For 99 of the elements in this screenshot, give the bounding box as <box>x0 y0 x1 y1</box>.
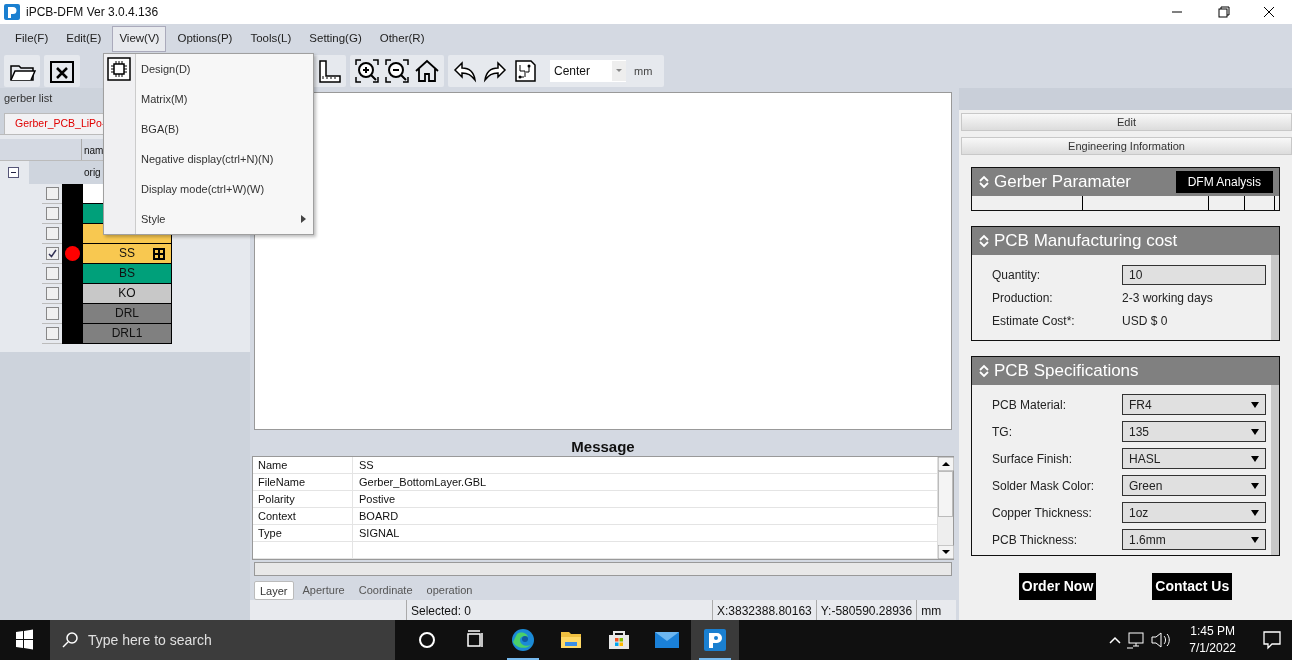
panel-title: Message <box>570 437 636 457</box>
field-label: Surface Finish: <box>992 450 1074 468</box>
clock[interactable]: 1:45 PM 7/1/2022 <box>1181 623 1244 657</box>
search-icon <box>62 632 78 648</box>
select-field[interactable]: 1oz <box>1122 502 1266 523</box>
menu-item[interactable]: View(V) <box>112 26 167 52</box>
select-field[interactable]: FR4 <box>1122 394 1266 415</box>
dfm-analysis-button[interactable]: DFM Analysis <box>1175 171 1273 193</box>
panel-tab[interactable]: Layer <box>254 581 294 600</box>
table-cell: Context <box>253 508 353 525</box>
redo-icon[interactable] <box>482 58 508 84</box>
dropdown-arrow-icon <box>1251 481 1259 490</box>
dropdown-arrow-icon <box>1251 535 1259 544</box>
table-cell-text: SS <box>358 458 374 474</box>
zoom-in-icon[interactable] <box>354 58 380 84</box>
layer-checkbox[interactable] <box>45 286 59 300</box>
menu-item[interactable]: Display mode(ctrl+W)(W) <box>103 174 313 204</box>
collapse-icon[interactable] <box>8 166 19 178</box>
position-dropdown[interactable]: Center <box>550 60 626 82</box>
select-field[interactable]: HASL <box>1122 448 1266 469</box>
menu-item[interactable]: Design(D) <box>103 54 313 84</box>
column-header: nam <box>83 143 104 158</box>
app-logo-icon <box>4 4 20 20</box>
panel-tab[interactable]: Coordinate <box>353 581 418 600</box>
group-label: orig <box>84 165 101 179</box>
layer-checkbox[interactable] <box>45 186 59 200</box>
table-cell-text: Postive <box>358 492 396 508</box>
submenu-arrow-icon <box>301 215 307 223</box>
field-label: PCB Thickness: <box>992 531 1079 549</box>
taskbar-app-button[interactable] <box>691 620 739 660</box>
field-label: PCB Material: <box>992 396 1068 414</box>
select-field[interactable]: 135 <box>1122 421 1266 442</box>
table-cell-text: SIGNAL <box>358 526 400 542</box>
clock-date: 7/1/2022 <box>1189 640 1236 657</box>
menu-item[interactable]: Edit(E) <box>59 26 109 52</box>
section-header[interactable]: Edit <box>961 113 1292 131</box>
field-label: Solder Mask Color: <box>992 477 1096 495</box>
field-value: 2-3 working days <box>1122 289 1213 307</box>
search-field[interactable]: Type here to search <box>50 620 395 660</box>
layer-checkbox[interactable] <box>45 266 59 280</box>
table-cell: Name <box>253 457 353 474</box>
menu-item[interactable]: Options(P) <box>170 26 240 52</box>
card-title: Gerber Paramater <box>994 171 1131 193</box>
layer-checkbox[interactable] <box>45 306 59 320</box>
action-button[interactable]: Order Now <box>1018 573 1097 600</box>
layer-checkbox[interactable] <box>45 246 59 260</box>
layer-checkbox[interactable] <box>45 326 59 340</box>
select-field[interactable]: 1.6mm <box>1122 529 1266 550</box>
window-title: iPCB-DFM Ver 3.0.4.136 <box>26 4 159 21</box>
field-label: Copper Thickness: <box>992 504 1093 522</box>
menu-item[interactable]: File(F) <box>8 26 56 52</box>
layer-row[interactable]: SS <box>82 243 172 264</box>
panel-tab[interactable]: Aperture <box>297 581 350 600</box>
field-label: Estimate Cost*: <box>992 312 1076 330</box>
clock-time: 1:45 PM <box>1190 623 1235 640</box>
card-title: PCB Specifications <box>994 360 1139 382</box>
collapse-toggle-icon[interactable] <box>978 363 990 379</box>
dropdown-arrow-icon <box>1251 427 1259 436</box>
select-field[interactable]: Green <box>1122 475 1266 496</box>
dropdown-arrow-icon <box>1251 508 1259 517</box>
dropdown-arrow-icon <box>1251 400 1259 409</box>
layer-checkbox[interactable] <box>45 206 59 220</box>
undo-icon[interactable] <box>452 58 478 84</box>
scroll-down-icon[interactable] <box>938 545 954 560</box>
horizontal-scrollbar[interactable] <box>254 562 952 576</box>
field-label: Production: <box>992 289 1054 307</box>
menu-item[interactable]: Negative display(ctrl+N)(N) <box>103 144 313 174</box>
table-cell: FileName <box>253 474 353 491</box>
action-button[interactable]: Contact Us <box>1152 573 1233 600</box>
table-cell: Polarity <box>253 491 353 508</box>
menu-item[interactable]: Style <box>103 204 313 234</box>
layer-row[interactable]: BS <box>82 263 172 284</box>
panel-tab[interactable]: operation <box>421 581 478 600</box>
table-cell: Type <box>253 525 353 542</box>
home-icon[interactable] <box>414 58 440 84</box>
table-cell-text: BOARD <box>358 509 399 525</box>
field-label: TG: <box>992 423 1013 441</box>
collapse-toggle-icon[interactable] <box>978 174 990 190</box>
menu-item[interactable]: Other(R) <box>372 26 432 52</box>
layer-row[interactable]: KO <box>82 283 172 304</box>
grid-icon <box>153 247 165 260</box>
menu-item[interactable]: Setting(G) <box>302 26 369 52</box>
zoom-out-icon[interactable] <box>384 58 410 84</box>
field-label: Quantity: <box>992 266 1042 284</box>
menu-item[interactable]: Tools(L) <box>243 26 299 52</box>
chip-icon <box>107 57 131 81</box>
field-value: USD $ 0 <box>1122 312 1168 330</box>
quantity-field[interactable]: 10 <box>1122 264 1266 285</box>
layer-row[interactable]: DRL <box>82 303 172 324</box>
layer-checkbox[interactable] <box>45 226 59 240</box>
circuit-board-icon[interactable] <box>512 58 538 84</box>
layer-row[interactable]: DRL1 <box>82 323 172 344</box>
scroll-up-icon[interactable] <box>938 457 954 472</box>
dropdown-arrow-icon <box>1251 454 1259 463</box>
unit-label: mm <box>634 63 653 79</box>
card-title: PCB Manufacturing cost <box>994 230 1178 252</box>
section-header[interactable]: Engineering Information <box>961 137 1292 155</box>
collapse-toggle-icon[interactable] <box>978 233 990 249</box>
table-cell-text: Gerber_BottomLayer.GBL <box>358 475 487 491</box>
